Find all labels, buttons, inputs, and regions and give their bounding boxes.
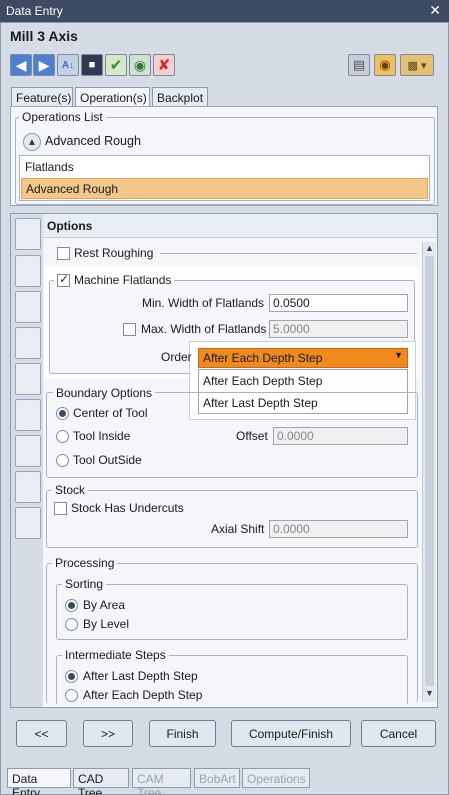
stock-undercuts-label: Stock Has Undercuts <box>71 501 184 515</box>
by-level-radio[interactable] <box>65 618 78 631</box>
globe-icon[interactable]: ◉ <box>129 54 151 76</box>
machine-flatlands-checkbox[interactable]: ✓ <box>57 272 70 287</box>
page-title: Mill 3 Axis <box>10 28 78 44</box>
order-option[interactable]: After Each Depth Step <box>203 374 322 388</box>
finish-button[interactable]: Finish <box>149 720 216 747</box>
boundary-legend: Boundary Options <box>53 386 156 400</box>
layers-icon[interactable]: ▤ <box>348 54 370 76</box>
stock-legend: Stock <box>52 483 89 497</box>
options-scrollbar[interactable]: ▲ ▼ <box>422 242 436 702</box>
operations-panel: Operations List ▲ Advanced Rough Flatlan… <box>10 106 438 206</box>
rest-roughing-checkbox[interactable] <box>57 247 70 260</box>
cancel-button[interactable]: Cancel <box>361 720 436 747</box>
scroll-down-icon[interactable]: ▼ <box>425 688 434 698</box>
collapse-icon[interactable]: ▲ <box>23 133 41 151</box>
order-label: Order <box>161 350 192 364</box>
stock-group <box>46 490 418 548</box>
offset-field[interactable]: 0.0000 <box>273 427 408 445</box>
scroll-thumb[interactable] <box>425 256 434 686</box>
forward-arrow-icon[interactable]: ▶ <box>33 54 55 76</box>
links-icon[interactable] <box>15 435 41 467</box>
entry-exit-icon[interactable] <box>15 399 41 431</box>
scroll-up-icon[interactable]: ▲ <box>425 243 434 253</box>
gear-icon[interactable] <box>15 291 41 323</box>
by-level-label: By Level <box>83 617 130 631</box>
tool-settings-icon[interactable] <box>15 218 41 250</box>
offset-label: Offset <box>236 429 268 443</box>
order-selected-value: After Each Depth Step <box>203 351 323 365</box>
after-last-radio[interactable] <box>65 670 78 683</box>
check-icon[interactable]: ✔ <box>105 54 127 76</box>
stock-undercuts-checkbox[interactable] <box>54 502 67 515</box>
operations-listbox: Flatlands Advanced Rough <box>19 155 430 201</box>
options-header: Options <box>43 214 437 238</box>
tool-inside-label: Tool Inside <box>73 429 131 443</box>
close-icon[interactable]: ✕ <box>429 2 441 19</box>
min-width-label: Min. Width of Flatlands <box>142 296 265 310</box>
window-title: Data Entry <box>6 4 63 18</box>
steps-legend: Intermediate Steps <box>62 648 169 662</box>
tab-backplot[interactable]: Backplot <box>152 87 208 107</box>
notes-icon[interactable] <box>15 507 41 539</box>
settings-icon[interactable]: ▩ ▾ <box>400 54 434 76</box>
tool-outside-label: Tool OutSide <box>73 453 142 467</box>
max-width-field[interactable]: 5.0000 <box>269 320 408 338</box>
after-last-label: After Last Depth Step <box>83 669 198 683</box>
after-each-label: After Each Depth Step <box>83 688 203 702</box>
chevron-down-icon: ▼ <box>394 350 403 360</box>
title-bar: Data Entry ✕ <box>0 0 449 22</box>
tool-holder-icon[interactable] <box>15 255 41 287</box>
min-width-field[interactable]: 0.0500 <box>269 294 408 312</box>
tool-inside-radio[interactable] <box>56 430 69 443</box>
processing-legend: Processing <box>52 556 118 570</box>
divider <box>160 253 417 254</box>
center-of-tool-radio[interactable] <box>56 407 69 420</box>
save-icon[interactable]: ■ <box>81 54 103 76</box>
stock-icon[interactable] <box>15 471 41 503</box>
machine-flatlands-label: Machine Flatlands <box>74 273 172 287</box>
max-width-label: Max. Width of Flatlands <box>141 322 267 336</box>
axial-shift-field[interactable]: 0.0000 <box>269 520 408 538</box>
by-area-label: By Area <box>83 598 126 612</box>
list-item-selected[interactable]: Advanced Rough <box>21 178 428 199</box>
back-arrow-icon[interactable]: ◀ <box>10 54 32 76</box>
current-operation: Advanced Rough <box>45 134 141 148</box>
tab-operations[interactable]: Operation(s) <box>75 87 150 107</box>
rest-roughing-label: Rest Roughing <box>74 246 154 260</box>
tab-bobart[interactable]: BobArt <box>194 768 240 788</box>
tab-data-entry[interactable]: Data Entry <box>7 768 71 795</box>
tab-features[interactable]: Feature(s) <box>11 87 73 107</box>
next-button[interactable]: >> <box>83 720 133 747</box>
tab-cad-tree[interactable]: CAD Tree <box>73 768 129 795</box>
order-select[interactable]: After Each Depth Step ▼ <box>198 348 408 368</box>
axial-shift-label: Axial Shift <box>211 522 265 536</box>
list-item[interactable]: Flatlands <box>21 157 428 177</box>
by-area-radio[interactable] <box>65 599 78 612</box>
center-of-tool-label: Center of Tool <box>73 406 148 420</box>
after-each-radio[interactable] <box>65 689 78 702</box>
tab-operations-bottom[interactable]: Operations <box>242 768 310 788</box>
delete-icon[interactable]: ✘ <box>153 54 175 76</box>
cutting-params-icon[interactable] <box>15 363 41 395</box>
max-width-checkbox[interactable] <box>123 323 136 336</box>
prev-button[interactable]: << <box>16 720 67 747</box>
tool-outside-radio[interactable] <box>56 454 69 467</box>
sorting-legend: Sorting <box>62 577 107 591</box>
operations-legend: Operations List <box>19 110 106 124</box>
tab-cam-tree[interactable]: CAM Tree <box>132 768 191 795</box>
compute-finish-button[interactable]: Compute/Finish <box>231 720 351 747</box>
feed-icon[interactable] <box>15 327 41 359</box>
sorting-group <box>56 584 408 640</box>
eye-icon[interactable]: ◉ <box>374 54 396 76</box>
tool-library-icon[interactable]: A↓ <box>57 54 79 76</box>
